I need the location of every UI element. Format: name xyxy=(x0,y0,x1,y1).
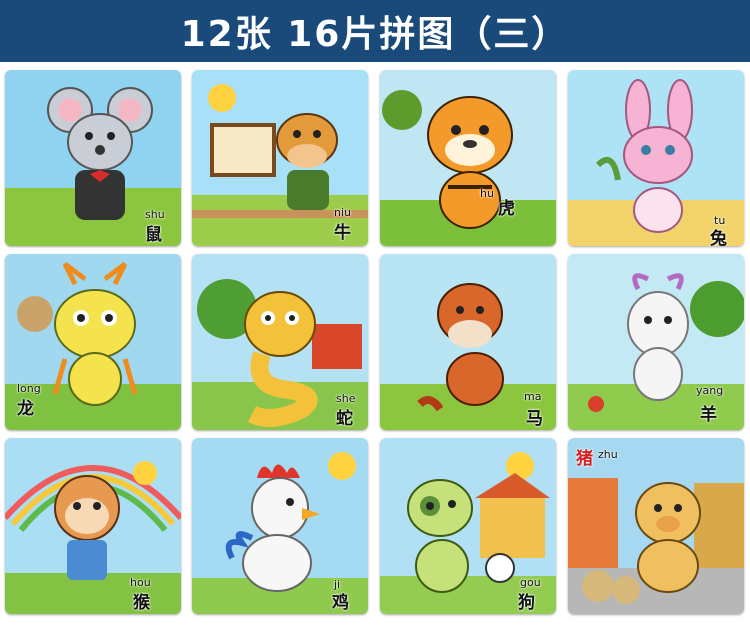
puzzle-card-rabbit: tu 兔 xyxy=(568,70,744,246)
monkey-icon xyxy=(5,438,181,614)
puzzle-card-dog: gou 狗 xyxy=(380,438,556,614)
hanzi-label: 龙 xyxy=(17,399,34,419)
puzzle-card-monkey: hou 猴 xyxy=(5,438,181,614)
hanzi-label: 兔 xyxy=(710,229,727,246)
puzzle-card-horse: ma 马 xyxy=(380,254,556,430)
hanzi-label: 牛 xyxy=(334,223,351,243)
pinyin-label: ma xyxy=(524,390,542,403)
puzzle-card-goat: yang 羊 xyxy=(568,254,744,430)
puzzle-card-rooster: ji 鸡 xyxy=(192,438,368,614)
hanzi-label: 狗 xyxy=(518,593,535,613)
puzzle-card-pig: 猪 zhu xyxy=(568,438,744,614)
hanzi-label: 鼠 xyxy=(145,225,162,245)
pig-icon xyxy=(568,438,744,614)
hanzi-label: 猴 xyxy=(133,593,150,613)
hanzi-label: 蛇 xyxy=(336,409,353,429)
goat-icon xyxy=(568,254,744,430)
pinyin-label: hu xyxy=(480,187,494,200)
puzzle-card-ox: niu 牛 xyxy=(192,70,368,246)
tiger-icon xyxy=(380,70,556,246)
puzzle-card-snake: she 蛇 xyxy=(192,254,368,430)
puzzle-card-mouse: shu 鼠 xyxy=(5,70,181,246)
title-banner: 12张 16片拼图（三） xyxy=(0,0,750,62)
puzzle-grid: shu 鼠 niu 牛 hu 虎 tu 兔 long 龙 she 蛇 ma 马 … xyxy=(0,62,750,625)
page-title: 12张 16片拼图（三） xyxy=(180,14,570,55)
hanzi-label: 马 xyxy=(526,409,543,429)
hanzi-label: 虎 xyxy=(498,199,515,219)
hanzi-label: 鸡 xyxy=(332,593,349,613)
puzzle-card-dragon: long 龙 xyxy=(5,254,181,430)
pinyin-label: yang xyxy=(696,384,724,397)
hanzi-label: 猪 xyxy=(576,449,593,469)
pinyin-label: zhu xyxy=(598,448,618,461)
hanzi-label: 羊 xyxy=(700,405,717,425)
puzzle-card-tiger: hu 虎 xyxy=(380,70,556,246)
